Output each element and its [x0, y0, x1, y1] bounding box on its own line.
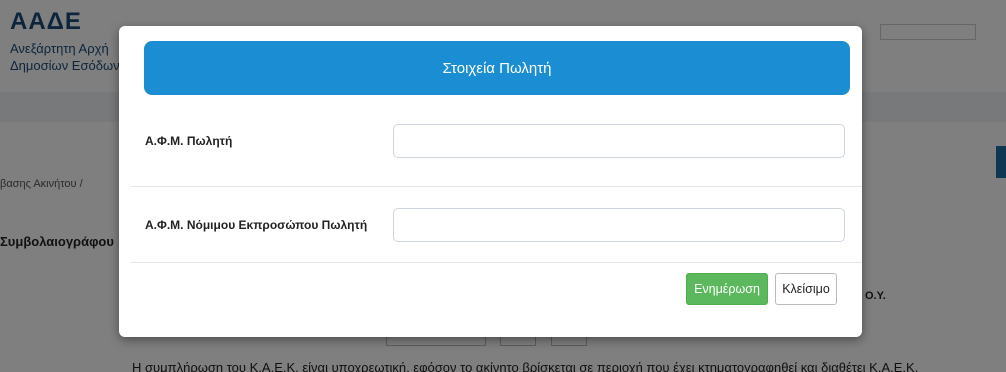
- close-button[interactable]: Κλείσιμο: [775, 273, 837, 305]
- update-button[interactable]: Ενημέρωση: [686, 273, 768, 305]
- legal-rep-afm-row: Α.Φ.Μ. Νόμιμου Εκπροσώπου Πωλητή: [131, 187, 862, 263]
- seller-afm-row: Α.Φ.Μ. Πωλητή: [131, 95, 862, 187]
- legal-rep-afm-input[interactable]: [393, 207, 845, 242]
- seller-details-modal: Στοιχεία Πωλητή Α.Φ.Μ. Πωλητή Α.Φ.Μ. Νόμ…: [119, 26, 862, 337]
- modal-title: Στοιχεία Πωλητή: [442, 59, 552, 77]
- legal-rep-afm-label: Α.Φ.Μ. Νόμιμου Εκπροσώπου Πωλητή: [145, 217, 368, 232]
- seller-afm-input[interactable]: [393, 123, 845, 158]
- seller-afm-label: Α.Φ.Μ. Πωλητή: [145, 133, 233, 148]
- modal-header: Στοιχεία Πωλητή: [144, 41, 850, 95]
